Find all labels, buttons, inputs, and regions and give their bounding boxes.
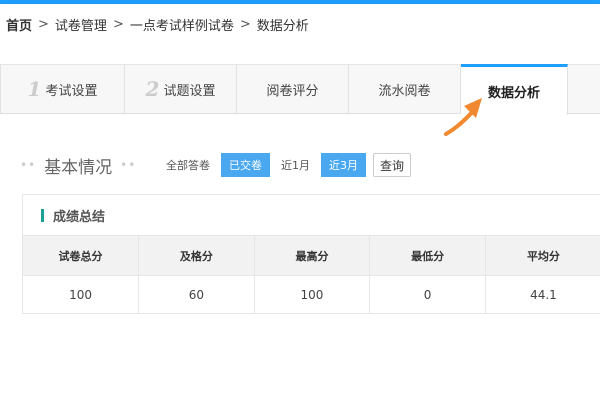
tab-label: 试题设置 (163, 83, 216, 99)
filter-all-answers[interactable]: 全部答卷 (158, 153, 218, 177)
filter-last-3-months[interactable]: 近3月 (321, 153, 366, 177)
cell-highest-score: 100 (254, 275, 371, 314)
breadcrumb-separator: > (239, 16, 251, 32)
panel-title: 成绩总结 (53, 209, 106, 225)
decorative-dots: •• (20, 158, 37, 172)
tab-grading[interactable]: 阅卷评分 (237, 65, 349, 113)
section-header: •• 基本情况 •• (20, 152, 136, 178)
tab-label: 数据分析 (487, 85, 540, 101)
column-header-total-score: 试卷总分 (23, 235, 140, 276)
cell-lowest-score: 0 (369, 275, 486, 314)
column-header-lowest-score: 最低分 (369, 235, 486, 276)
breadcrumb: 首页 > 试卷管理 > 一点考试样例试卷 > 数据分析 (0, 4, 600, 44)
decorative-dots: •• (120, 158, 137, 172)
section-title: 基本情况 (44, 157, 113, 178)
panel-header: 成绩总结 (23, 195, 600, 235)
breadcrumb-data-analysis: 数据分析 (256, 18, 309, 34)
cell-average-score: 44.1 (530, 287, 557, 302)
tab-step-number: 2 (145, 77, 160, 101)
tab-exam-settings[interactable]: 1 考试设置 (0, 65, 125, 113)
breadcrumb-home[interactable]: 首页 (6, 15, 32, 34)
tab-label: 考试设置 (45, 83, 98, 99)
query-button[interactable]: 查询 (373, 153, 412, 177)
table-row: 100 60 100 0 44.1 (23, 275, 600, 314)
breadcrumb-exam-management[interactable]: 试卷管理 (55, 15, 107, 34)
cell-total-score: 100 (23, 275, 140, 314)
tab-question-settings[interactable]: 2 试题设置 (125, 65, 237, 113)
filter-bar: 全部答卷 已交卷 近1月 近3月 查询 (158, 153, 412, 177)
pointer-arrow-icon (444, 98, 482, 136)
filter-last-month[interactable]: 近1月 (273, 153, 318, 177)
tab-label: 阅卷评分 (266, 83, 319, 99)
tab-bar: 1 考试设置 2 试题设置 阅卷评分 流水阅卷 数据分析 (0, 64, 600, 115)
breadcrumb-separator: > (38, 16, 49, 32)
tab-label: 流水阅卷 (378, 83, 431, 99)
breadcrumb-separator: > (112, 16, 124, 32)
column-header-passing-score: 及格分 (138, 235, 255, 276)
cell-passing-score: 60 (138, 275, 255, 314)
spacer (0, 44, 600, 64)
panel-accent-bar (41, 208, 44, 222)
filter-submitted[interactable]: 已交卷 (221, 153, 270, 177)
breadcrumb-sample-exam[interactable]: 一点考试样例试卷 (130, 15, 234, 34)
table-header-row: 试卷总分 及格分 最高分 最低分 平均分 (23, 235, 600, 276)
column-header-highest-score: 最高分 (254, 235, 371, 276)
column-header-average-score: 平均分 (485, 235, 600, 276)
tab-step-number: 1 (27, 77, 42, 101)
score-table: 试卷总分 及格分 最高分 最低分 平均分 100 60 100 0 44.1 (23, 235, 600, 314)
score-summary-panel: 成绩总结 试卷总分 及格分 最高分 最低分 平均分 100 60 100 0 4… (22, 194, 600, 314)
